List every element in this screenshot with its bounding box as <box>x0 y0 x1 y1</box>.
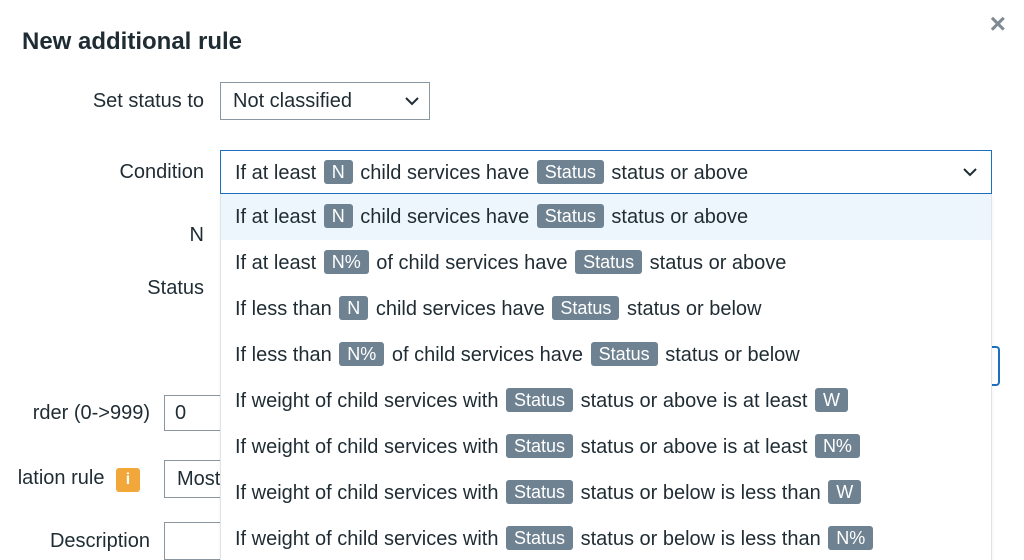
set-status-value: Not classified <box>233 90 352 113</box>
condition-option-0[interactable]: If at least N child services have Status… <box>221 194 991 240</box>
underlying-sortorder-row: rder (0->999) <box>0 395 242 431</box>
dialog-title: New additional rule <box>0 0 1024 82</box>
token-status: Status <box>537 204 604 228</box>
token-npct: N% <box>324 250 369 274</box>
chevron-down-icon <box>405 97 419 106</box>
underlying-description-label: Description <box>0 530 164 553</box>
set-status-select[interactable]: Not classified <box>220 82 430 120</box>
token-status: Status <box>506 526 573 550</box>
condition-option-1[interactable]: If at least N% of child services have St… <box>221 240 991 286</box>
token-status: Status <box>506 480 573 504</box>
token-w: W <box>828 480 861 504</box>
token-n: N <box>339 296 368 320</box>
chevron-down-icon <box>963 168 977 177</box>
condition-option-5[interactable]: If weight of child services with Status … <box>221 424 991 470</box>
condition-option-6[interactable]: If weight of child services with Status … <box>221 470 991 516</box>
label-status: Status <box>0 277 220 300</box>
condition-combo: If at least N child services have Status… <box>220 150 1024 194</box>
token-status: Status <box>506 388 573 412</box>
token-w: W <box>815 388 848 412</box>
condition-option-4[interactable]: If weight of child services with Status … <box>221 378 991 424</box>
label-set-status: Set status to <box>0 90 220 113</box>
underlying-rule-label: lation rule i <box>0 467 164 492</box>
token-npct: N% <box>828 526 873 550</box>
dialog-new-additional-rule: × New additional rule Set status to Not … <box>0 0 1024 560</box>
condition-option-7[interactable]: If weight of child services with Status … <box>221 516 991 560</box>
token-n: N <box>324 204 353 228</box>
token-status: Status <box>537 160 604 184</box>
token-status: Status <box>575 250 642 274</box>
underlying-sortorder-label: rder (0->999) <box>0 402 164 425</box>
row-condition: Condition If at least N child services h… <box>0 150 1024 194</box>
token-npct: N% <box>815 434 860 458</box>
help-icon[interactable]: i <box>116 468 140 492</box>
condition-options-list: If at least N child services have Status… <box>220 194 992 560</box>
condition-option-2[interactable]: If less than N child services have Statu… <box>221 286 991 332</box>
token-npct: N% <box>339 342 384 366</box>
close-icon[interactable]: × <box>990 8 1006 40</box>
label-n: N <box>0 224 220 247</box>
token-status: Status <box>506 434 573 458</box>
condition-option-3[interactable]: If less than N% of child services have S… <box>221 332 991 378</box>
label-condition: Condition <box>0 161 220 184</box>
row-set-status: Set status to Not classified <box>0 82 1024 120</box>
condition-selected-text: If at least N child services have Status… <box>235 160 748 185</box>
token-status: Status <box>591 342 658 366</box>
underlying-description-row: Description <box>0 522 236 560</box>
condition-select[interactable]: If at least N child services have Status… <box>220 150 992 194</box>
token-n: N <box>324 160 353 184</box>
token-status: Status <box>552 296 619 320</box>
